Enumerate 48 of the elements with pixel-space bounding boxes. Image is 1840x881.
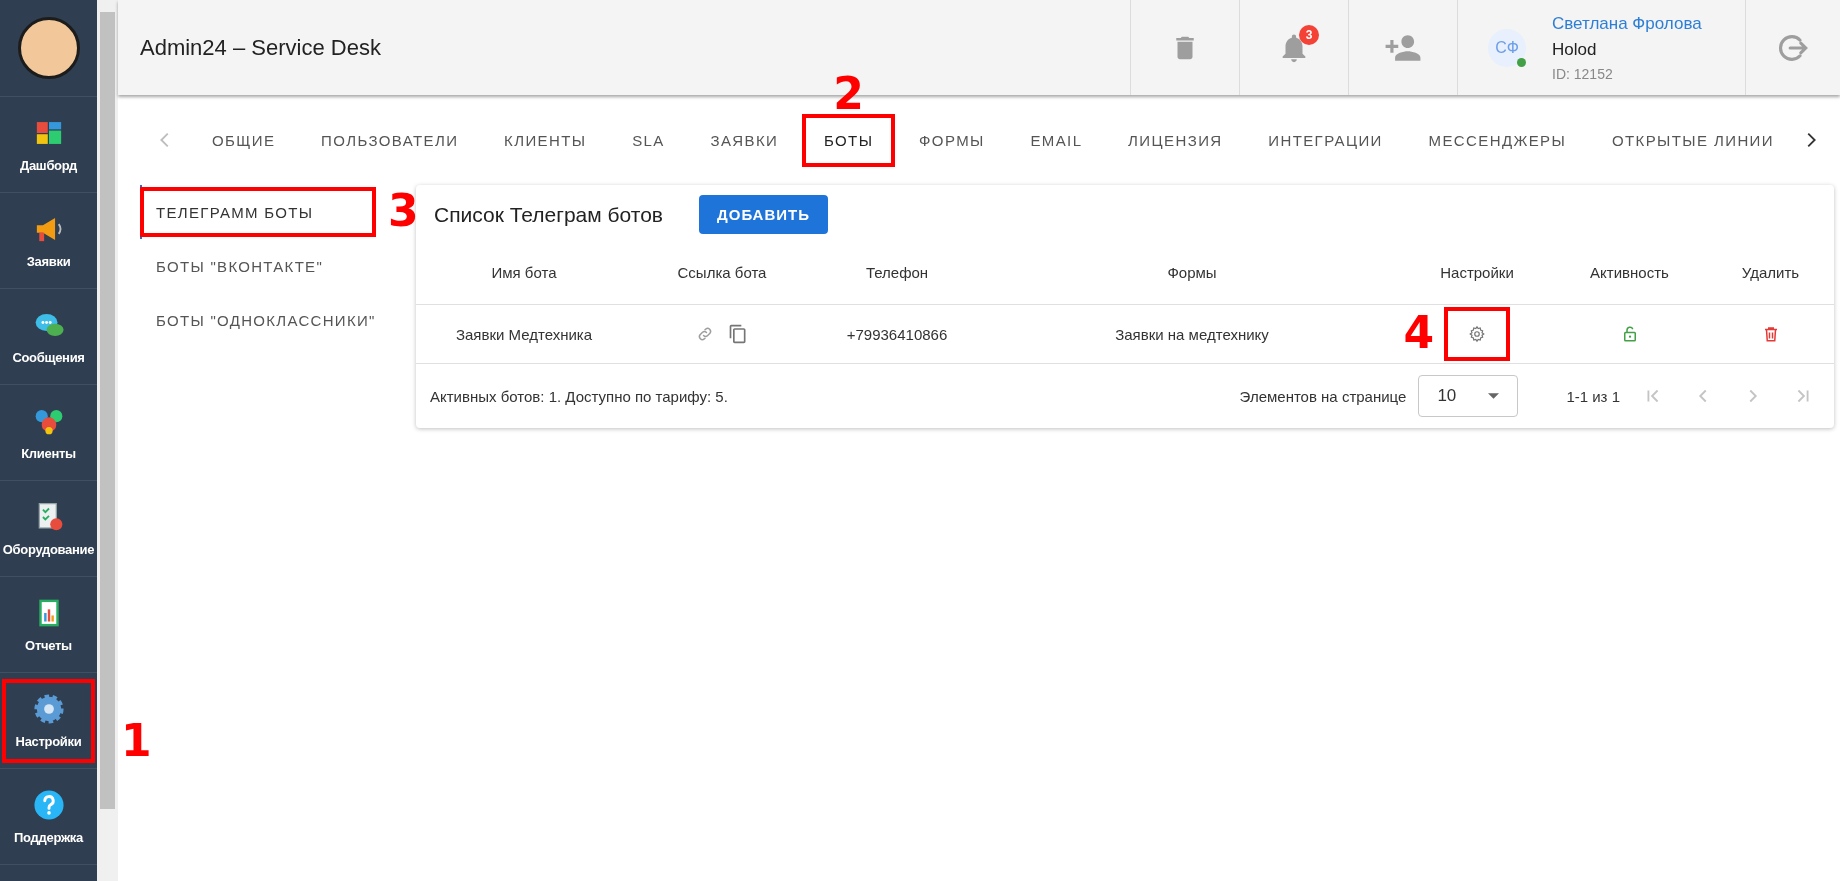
table-cell-text: Заявки Медтехника [454, 325, 594, 343]
notification-badge: 3 [1299, 24, 1319, 45]
table-cell-text: +79936410866 [845, 325, 949, 343]
tab[interactable]: МЕССЕНДЖЕРЫ [1420, 119, 1575, 161]
help-icon [31, 788, 66, 822]
column-header: Настройки [1439, 263, 1515, 281]
highlight-frame [1444, 307, 1510, 361]
per-page-label: Элементов на странице [1239, 387, 1407, 405]
column-header: Ссылка бота [676, 263, 768, 281]
user-id: ID: 12152 [1552, 65, 1614, 82]
column-header: Активность [1589, 263, 1670, 281]
tab[interactable]: БОТЫ [815, 119, 882, 161]
column-header: Формы [1166, 263, 1218, 281]
bot-type-tab[interactable]: ТЕЛЕГРАММ БОТЫ [140, 185, 376, 239]
card-title: Список Телеграм ботов [434, 202, 664, 227]
tab[interactable]: EMAIL [1022, 119, 1091, 161]
step-number: 1 [121, 719, 152, 763]
bot-type-tab[interactable]: БОТЫ "ВКОНТАКТЕ" [140, 239, 376, 293]
tab[interactable]: SLA [624, 119, 673, 161]
tab[interactable]: ПОЛЬЗОВАТЕЛИ [313, 119, 467, 161]
copy-icon[interactable] [728, 324, 748, 344]
table-cell-text: Заявки на медтехнику [1114, 325, 1270, 343]
bot-type-tab[interactable]: БОТЫ "ОДНОКЛАССНИКИ" [140, 293, 376, 347]
scrollbar[interactable] [97, 0, 118, 881]
tab[interactable]: КЛИЕНТЫ [496, 119, 595, 161]
tab[interactable]: ОТКРЫТЫЕ ЛИНИИ [1603, 119, 1782, 161]
dropdown-caret-icon [1488, 393, 1500, 399]
tab[interactable]: ЗАЯВКИ [702, 119, 787, 161]
column-header: Удалить [1740, 263, 1801, 281]
settings-icon [31, 692, 66, 726]
tab[interactable]: ИНТЕГРАЦИИ [1260, 119, 1391, 161]
column-header: Телефон [864, 263, 930, 281]
page-range: 1-1 из 1 [1566, 387, 1620, 405]
tab[interactable]: ФОРМЫ [911, 119, 993, 161]
step-number: 3 [388, 189, 419, 233]
bots-summary: Активных ботов: 1. Доступно по тарифу: 5. [430, 387, 729, 405]
tab[interactable]: ОБЩИЕ [204, 119, 284, 161]
add-button[interactable]: ДОБАВИТЬ [699, 195, 828, 234]
app-title: Admin24 – Service Desk [140, 33, 381, 62]
user-name[interactable]: Светлана Фролова [1552, 13, 1702, 34]
per-page-select[interactable]: 10 [1418, 375, 1519, 417]
column-header: Имя бота [490, 263, 558, 281]
tab[interactable]: ЛИЦЕНЗИЯ [1120, 119, 1231, 161]
settings-icon[interactable] [1468, 325, 1486, 343]
step-number: 4 [1403, 311, 1434, 355]
link-icon[interactable] [696, 325, 714, 343]
step-number: 2 [833, 71, 864, 116]
company-name: Holod [1552, 39, 1598, 60]
